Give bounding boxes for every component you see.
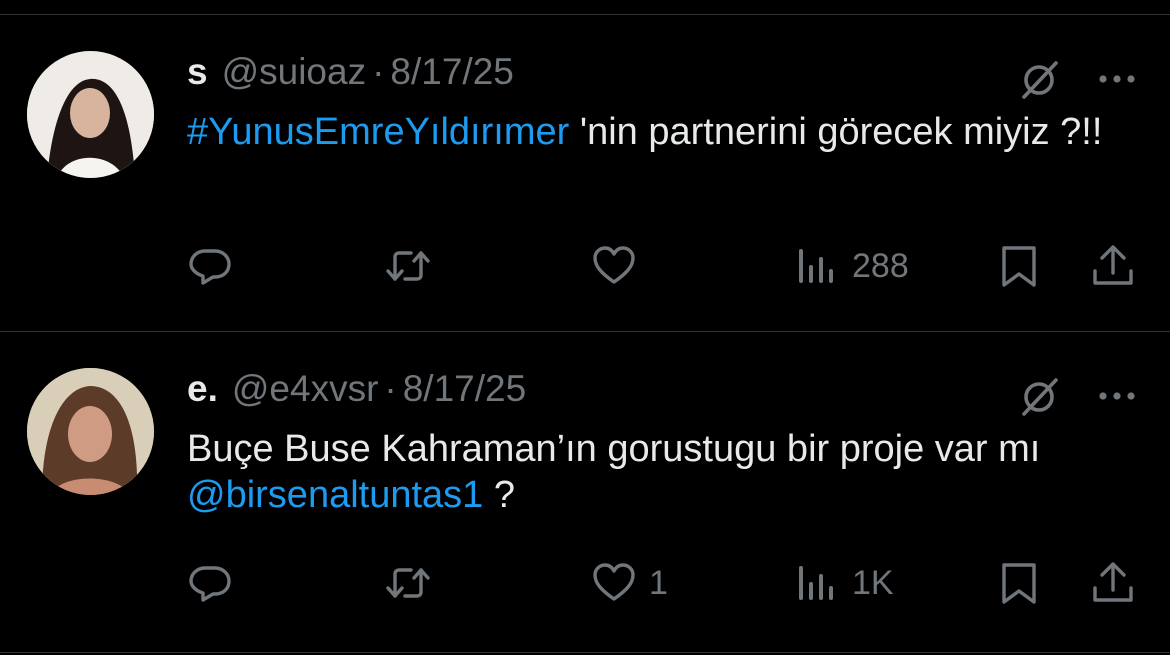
like-button[interactable]: 1 [591,558,668,608]
tweet-text: Buçe Buse Kahraman’ın gorustugu bir proj… [187,426,1147,518]
more-options-icon[interactable] [1096,386,1138,406]
tweet-date[interactable]: 8/17/25 [390,51,513,93]
share-icon [1093,245,1133,285]
bottom-divider [0,652,1170,653]
tweet-text-segment: ? [483,474,516,516]
views-button[interactable]: 288 [794,241,909,291]
action-bar: 1 1K [0,558,1170,608]
tweet[interactable]: s @suioaz · 8/17/25 #YunusEmreYıldırımer… [0,15,1170,331]
display-name[interactable]: e. [187,368,218,410]
avatar[interactable] [27,51,154,178]
share-button[interactable] [1090,241,1136,291]
heart-icon [593,563,635,601]
bookmark-button[interactable] [996,558,1042,608]
retweet-button[interactable] [385,558,431,608]
heart-icon [593,246,635,284]
views-count: 288 [852,246,909,285]
hashtag-link[interactable]: #YunusEmreYıldırımer [187,111,569,153]
share-button[interactable] [1090,558,1136,608]
retweet-icon [386,251,430,281]
tweet-date[interactable]: 8/17/25 [403,368,526,410]
tweet-text-segment: 'nin partnerini görecek miyiz ?!! [569,111,1103,153]
grok-icon[interactable] [1016,374,1062,420]
bookmark-icon [1002,246,1036,287]
retweet-button[interactable] [385,241,431,291]
like-count: 1 [649,563,668,602]
reply-button[interactable] [187,241,233,291]
separator: · [384,368,397,409]
share-icon [1093,562,1133,602]
tweet-text: #YunusEmreYıldırımer 'nin partnerini gör… [187,109,1147,155]
views-button[interactable]: 1K [794,558,894,608]
separator: · [372,51,385,92]
tweet-header: s @suioaz · 8/17/25 [187,51,514,95]
user-handle[interactable]: @suioaz [222,51,367,93]
tweet-header: e. @e4xvsr · 8/17/25 [187,368,526,412]
reply-icon [189,249,231,285]
more-options-icon[interactable] [1096,69,1138,89]
mention-link[interactable]: @birsenaltuntas1 [187,474,483,516]
user-handle[interactable]: @e4xvsr [232,368,379,410]
retweet-icon [386,568,430,598]
display-name[interactable]: s [187,51,208,93]
action-bar: 288 [0,241,1170,291]
tweet-text-segment: Buçe Buse Kahraman’ın gorustugu bir proj… [187,428,1041,470]
grok-icon[interactable] [1016,57,1062,103]
bookmark-button[interactable] [996,241,1042,291]
bookmark-icon [1002,563,1036,604]
views-count: 1K [852,563,894,602]
like-button[interactable] [591,241,649,291]
reply-button[interactable] [187,558,233,608]
avatar[interactable] [27,368,154,495]
views-icon [799,566,833,600]
reply-icon [189,566,231,602]
tweet[interactable]: e. @e4xvsr · 8/17/25 Buçe Buse Kahraman’… [0,332,1170,652]
views-icon [799,249,833,283]
